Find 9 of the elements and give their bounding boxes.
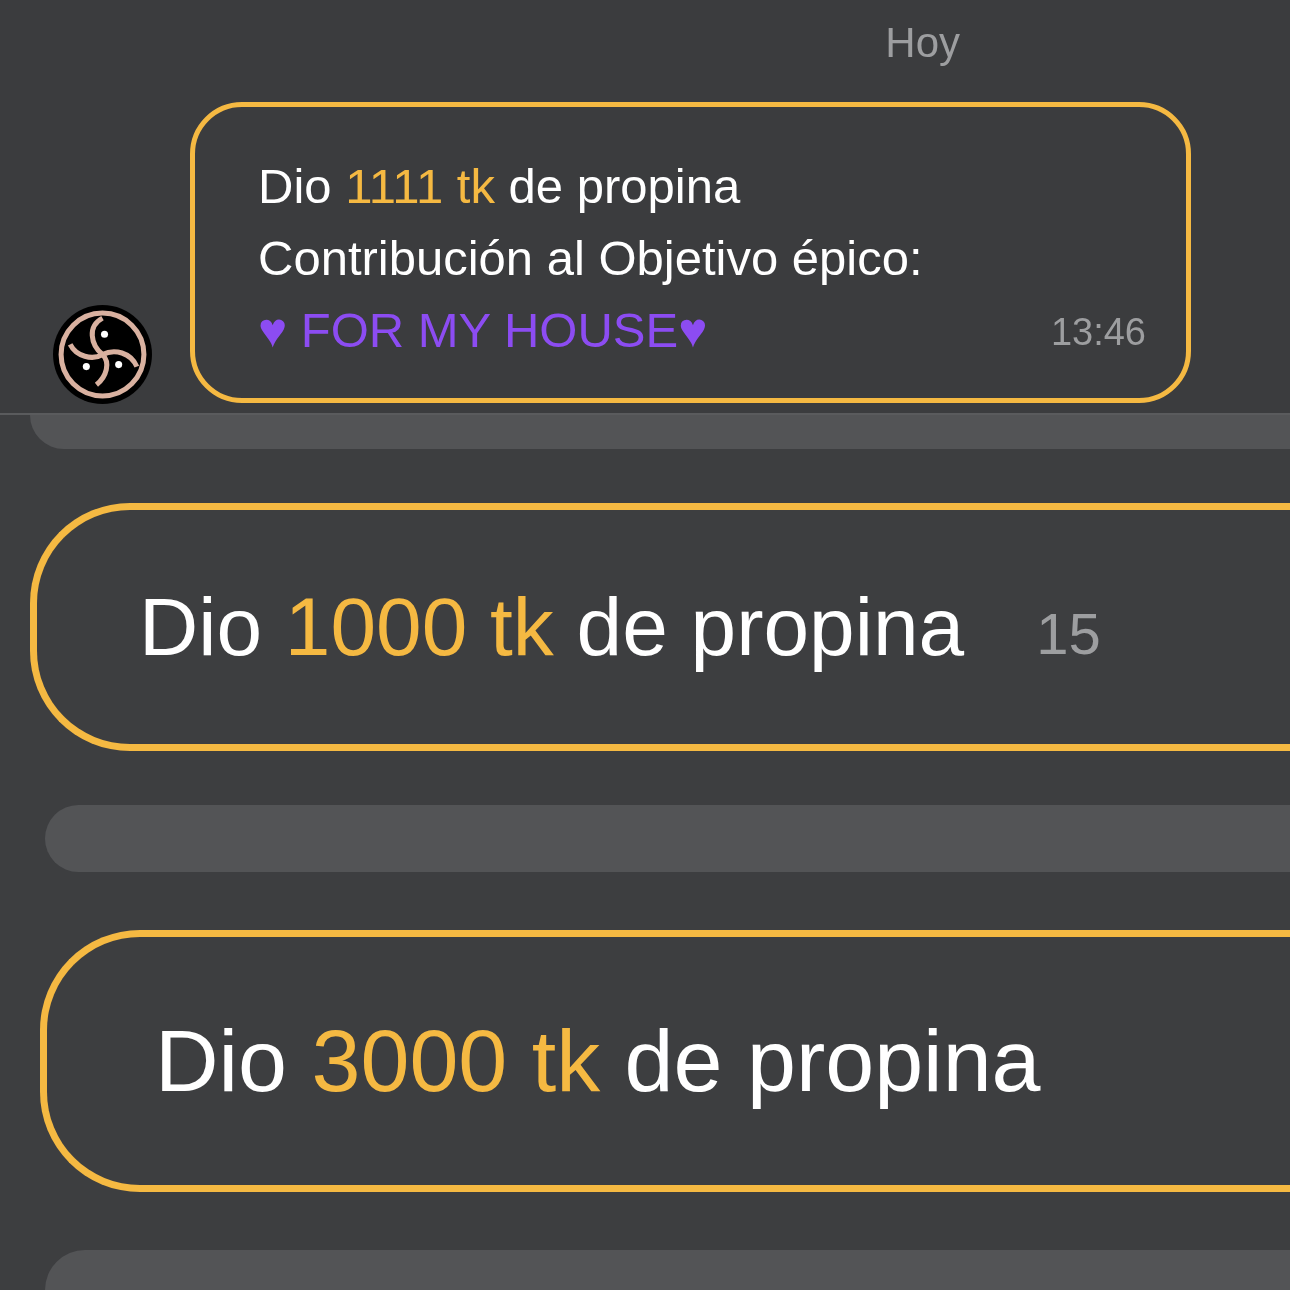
message-time: 15 [1036,604,1101,664]
message-time: 13:46 [1050,312,1146,352]
avatar-icon [52,304,153,405]
message-line: ♥ FOR MY HOUSE♥ [258,304,708,356]
message-line: Dio 1111 tk de propina [258,160,741,212]
date-label: Hoy [885,18,960,68]
message-line: Contribución al Objetivo épico: [258,232,923,284]
message-text: Dio 3000 tk de propina [155,1013,1041,1109]
message-text: Dio 1000 tk de propina [139,580,965,674]
